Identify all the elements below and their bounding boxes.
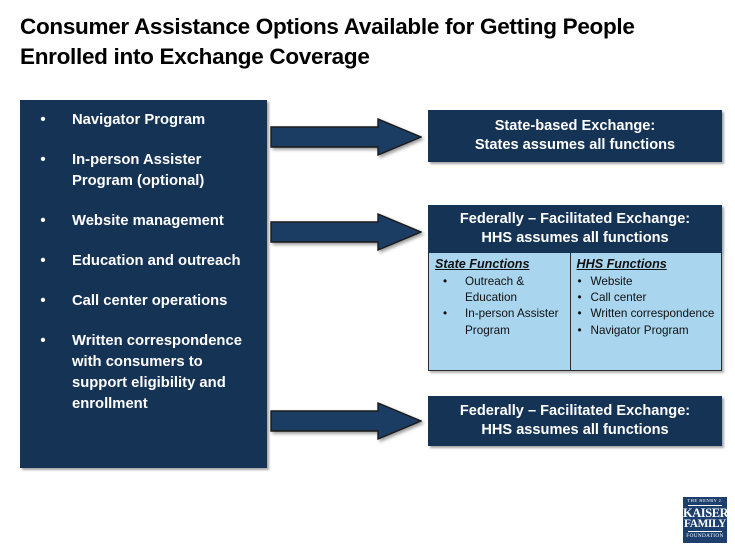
hhs-functions-column: HHS Functions • Website • Call center • …: [571, 253, 721, 370]
bullet-icon: •: [443, 307, 448, 321]
page-title: Consumer Assistance Options Available fo…: [20, 14, 635, 70]
hhs-functions-heading: HHS Functions: [576, 257, 667, 271]
list-item: • Call center operations: [20, 291, 259, 312]
list-item-label: Call center: [590, 291, 647, 305]
list-item-label: Written correspondence with consumers to…: [72, 333, 242, 412]
list-item-label: Website: [590, 275, 633, 289]
ffe-partnership-box: Federally – Facilitated Exchange: HHS as…: [428, 205, 722, 253]
list-item-label: Outreach & Education: [465, 275, 525, 305]
bullet-icon: •: [40, 333, 46, 349]
state-based-exchange-line1: State-based Exchange:: [494, 117, 656, 134]
list-item-label: Call center operations: [72, 293, 228, 309]
logo-line-the-henry-j: THE HENRY J.: [687, 498, 723, 503]
bullet-icon: •: [40, 112, 46, 128]
state-based-exchange-box: State-based Exchange: States assumes all…: [428, 110, 722, 162]
right-arrow-icon: [270, 118, 422, 156]
ffe-partnership-line1: Federally – Facilitated Exchange:: [459, 210, 691, 227]
state-based-exchange-line2: States assumes all functions: [474, 137, 676, 153]
state-functions-heading: State Functions: [435, 257, 530, 271]
bullet-icon: •: [577, 291, 582, 305]
list-item: • Written correspondence with consumers …: [20, 331, 259, 415]
ffe-full-line1: Federally – Facilitated Exchange:: [459, 402, 691, 419]
list-item-label: In-person Assister Program (optional): [72, 152, 205, 189]
bullet-icon: •: [40, 213, 46, 229]
list-item: • Call center: [577, 290, 717, 306]
consumer-assistance-functions-panel: • Navigator Program • In-person Assister…: [20, 100, 267, 468]
list-item-label: Navigator Program: [72, 112, 206, 128]
list-item: • Education and outreach: [20, 251, 259, 272]
logo-divider: [688, 531, 722, 533]
list-item-label: Navigator Program: [590, 323, 689, 337]
kaiser-family-foundation-logo: THE HENRY J. KAISER FAMILY FOUNDATION: [683, 497, 727, 543]
bullet-icon: •: [577, 307, 582, 321]
logo-line-foundation: FOUNDATION: [686, 533, 724, 540]
list-item-label: In-person Assister Program: [465, 307, 559, 337]
bullet-icon: •: [40, 293, 46, 309]
bullet-icon: •: [443, 275, 448, 289]
bullet-icon: •: [40, 152, 46, 168]
bullet-icon: •: [577, 323, 582, 337]
right-arrow-icon: [270, 402, 422, 440]
right-arrow-icon: [270, 213, 422, 251]
bullet-icon: •: [40, 253, 46, 269]
list-item: • Website management: [20, 211, 259, 232]
logo-line-family: FAMILY: [684, 518, 726, 530]
list-item: • Website: [577, 274, 717, 290]
list-item-label: Education and outreach: [72, 253, 241, 269]
list-item: • Navigator Program: [577, 323, 717, 339]
hhs-functions-list: • Website • Call center • Written corres…: [577, 274, 717, 339]
list-item: • In-person Assister Program (optional): [20, 150, 259, 192]
list-item-label: Website management: [72, 213, 224, 229]
list-item-label: Written correspondence: [590, 307, 715, 321]
state-functions-list: • Outreach & Education • In-person Assis…: [435, 274, 566, 339]
ffe-partnership-line2: HHS assumes all functions: [481, 230, 669, 246]
ffe-full-box: Federally – Facilitated Exchange: HHS as…: [428, 396, 722, 446]
list-item: • Navigator Program: [20, 110, 259, 131]
bullet-icon: •: [577, 275, 582, 289]
functions-split-table: State Functions • Outreach & Education •…: [428, 253, 722, 371]
ffe-full-line2: HHS assumes all functions: [481, 422, 669, 438]
state-functions-column: State Functions • Outreach & Education •…: [429, 253, 571, 370]
list-item: • Outreach & Education: [435, 274, 566, 306]
list-item: • In-person Assister Program: [435, 306, 566, 338]
function-list: • Navigator Program • In-person Assister…: [20, 110, 259, 415]
list-item: • Written correspondence: [577, 306, 717, 322]
